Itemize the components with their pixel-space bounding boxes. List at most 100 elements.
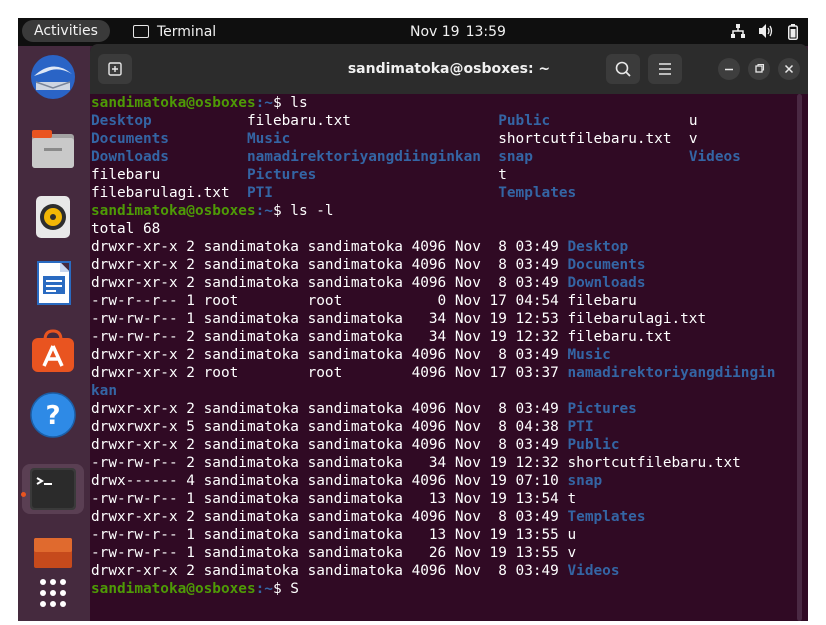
file-name: t [567,491,577,507]
file-name: Downloads [567,275,646,291]
file-meta: drwxr-xr-x 2 sandimatoka sandimatoka 409… [91,347,568,363]
header-bar: sandimatoka@osboxes: ~ [90,44,808,94]
file-meta: -rw-rw-r-- 1 sandimatoka sandimatoka 13 … [91,491,568,507]
app-center-icon[interactable] [28,326,78,376]
ls-entry: t [498,167,507,183]
close-button[interactable] [778,58,800,80]
ls-output: Desktop filebaru.txt Public u Documents … [91,113,741,201]
prompt-line: sandimatoka@osboxes:~$ ls [91,95,308,111]
terminal-text: sandimatoka@osboxes:~$ ls Desktop fileba… [91,94,775,598]
ls-l-row: -rw-rw-r-- 1 sandimatoka sandimatoka 13 … [91,491,576,507]
ls-entry: filebaru [91,167,161,183]
terminal-cursor-char: S [290,581,299,597]
maximize-button[interactable] [748,58,770,80]
ls-l-output: drwxr-xr-x 2 sandimatoka sandimatoka 409… [91,239,775,579]
ls-l-row: drwxr-xr-x 2 sandimatoka sandimatoka 409… [91,257,646,273]
file-meta: -rw-rw-r-- 1 sandimatoka sandimatoka 34 … [91,311,568,327]
menu-button[interactable] [648,54,682,84]
ls-l-row: -rw-r--r-- 1 root root 0 Nov 17 04:54 fi… [91,293,637,309]
prompt-path: :~ [255,203,273,219]
ls-entry: snap [498,149,533,165]
ls-row: filebarulagi.txt PTI Templates [91,185,689,201]
file-name: Public [567,437,620,453]
ls-entry: Music [246,131,291,147]
search-button[interactable] [606,54,640,84]
ls-entry: Pictures [246,167,317,183]
desktop-screen: Activities Terminal Nov 19 13:59 ? sandi… [18,18,808,621]
ls-l-row: drwxr-xr-x 2 sandimatoka sandimatoka 409… [91,509,646,525]
terminal-window: sandimatoka@osboxes: ~ sandimatoka@osbox… [90,44,808,621]
ls-l-row: drwx------ 4 sandimatoka sandimatoka 409… [91,473,602,489]
file-name: filebaru [567,293,637,309]
app-menu[interactable]: Terminal [133,18,216,46]
file-name: shortcutfilebaru.txt [567,455,741,471]
prompt-user: sandimatoka@osboxes [91,203,256,219]
ls-entry: namadirektoriyangdiinginkan [246,149,481,165]
ls-l-row: drwxr-xr-x 2 sandimatoka sandimatoka 409… [91,563,620,579]
file-meta: drwx------ 4 sandimatoka sandimatoka 409… [91,473,568,489]
ls-row: filebaru Pictures t [91,167,689,183]
terminal-icon[interactable] [22,464,84,514]
ls-entry: shortcutfilebaru.txt [498,131,672,147]
file-meta: -rw-r--r-- 1 root root 0 Nov 17 04:54 [91,293,568,309]
file-meta: drwxr-xr-x 2 sandimatoka sandimatoka 409… [91,509,568,525]
ls-l-row: -rw-rw-r-- 1 sandimatoka sandimatoka 13 … [91,527,576,543]
file-name: namadirektoriyangdiingin [567,365,776,381]
ls-l-row: drwxr-xr-x 2 root root 4096 Nov 17 03:37… [91,365,775,381]
app-menu-label: Terminal [157,24,217,40]
terminal-output[interactable]: sandimatoka@osboxes:~$ ls Desktop fileba… [90,94,808,621]
files-icon[interactable] [28,124,78,174]
ls-l-row: drwxr-xr-x 2 sandimatoka sandimatoka 409… [91,401,637,417]
prompt-path: :~ [255,95,273,111]
system-tray[interactable] [731,24,798,40]
ls-l-row: drwxr-xr-x 2 sandimatoka sandimatoka 409… [91,239,628,255]
ls-entry: Templates [498,185,577,201]
file-meta: drwxr-xr-x 2 sandimatoka sandimatoka 409… [91,437,568,453]
file-meta: drwxr-xr-x 2 sandimatoka sandimatoka 409… [91,257,568,273]
prompt-user: sandimatoka@osboxes [91,581,256,597]
terminal-app-icon [133,24,149,38]
file-meta: drwxr-xr-x 2 sandimatoka sandimatoka 409… [91,275,568,291]
ls-l-row: -rw-rw-r-- 1 sandimatoka sandimatoka 34 … [91,311,706,327]
ls-entry: Public [498,113,551,129]
ls-entry: Documents [91,131,169,147]
file-meta: -rw-rw-r-- 2 sandimatoka sandimatoka 34 … [91,455,568,471]
ls-entry: PTI [246,185,273,201]
prompt-line: sandimatoka@osboxes:~$ ls -l [91,203,334,219]
command-ls-l: $ ls -l [272,203,334,219]
writer-icon[interactable] [28,258,78,308]
command-ls: $ ls [272,95,308,111]
file-meta: drwxrwxr-x 5 sandimatoka sandimatoka 409… [91,419,568,435]
ls-entry: Videos [688,149,741,165]
file-meta: -rw-rw-r-- 1 sandimatoka sandimatoka 26 … [91,545,568,561]
minimize-button[interactable] [718,58,740,80]
ls-l-row: drwxr-xr-x 2 sandimatoka sandimatoka 409… [91,347,611,363]
clock[interactable]: Nov 19 13:59 [410,18,512,46]
file-name: Music [567,347,611,363]
total-line: total 68 [91,221,161,237]
restore-icon [755,63,765,73]
file-name: kan [91,383,117,399]
help-icon[interactable]: ? [28,390,78,440]
file-name: Pictures [567,401,637,417]
prompt-user: sandimatoka@osboxes [91,95,256,111]
file-meta: drwxr-xr-x 2 sandimatoka sandimatoka 409… [91,239,568,255]
dock: ? [18,46,90,621]
ls-entry: Downloads [91,149,169,165]
file-meta: drwxr-xr-x 2 root root 4096 Nov 17 03:37 [91,365,568,381]
clock-date: Nov 19 [410,24,460,40]
show-apps-icon[interactable] [28,574,78,621]
command-current: $ S [272,581,299,597]
thunderbird-icon[interactable] [28,52,78,102]
minimize-icon [725,68,733,71]
ls-row: Desktop filebaru.txt Public u [91,113,698,129]
prompt-path: :~ [255,581,273,597]
ls-l-row: drwxrwxr-x 5 sandimatoka sandimatoka 409… [91,419,594,435]
ls-entry: Desktop [91,113,152,129]
file-name: Templates [567,509,646,525]
file-meta: -rw-rw-r-- 1 sandimatoka sandimatoka 13 … [91,527,568,543]
file-name: filebaru.txt [567,329,672,345]
scrollbar[interactable] [797,94,802,621]
rhythmbox-icon[interactable] [28,192,78,242]
activities-button[interactable]: Activities [22,20,110,42]
